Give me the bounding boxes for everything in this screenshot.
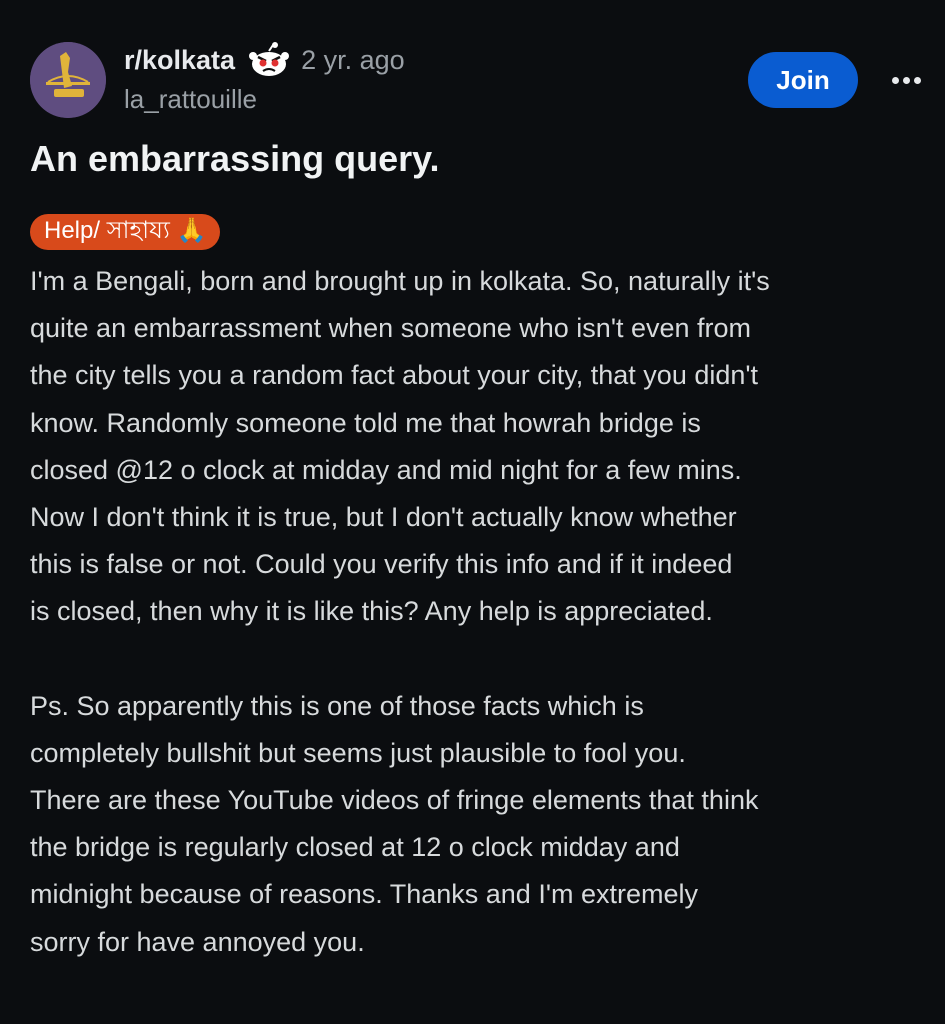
more-dot (891, 76, 899, 84)
body-paragraph: I'm a Bengali, born and brought up in ko… (30, 266, 770, 627)
more-dot (902, 76, 910, 84)
post-card: r/kolkata 2 yr. ago la_rattouille Join A… (0, 0, 945, 1024)
more-dot (913, 76, 921, 84)
subreddit-logo-icon (30, 42, 106, 118)
post-flair[interactable]: Help/ সাহায্য 🙏 (30, 214, 221, 250)
subreddit-avatar[interactable] (30, 42, 106, 118)
angry-snoo-icon (247, 40, 291, 80)
join-button[interactable]: Join (748, 52, 858, 108)
post-meta: r/kolkata 2 yr. ago (124, 42, 405, 78)
post-body: I'm a Bengali, born and brought up in ko… (30, 258, 928, 966)
more-options-icon[interactable] (880, 60, 932, 100)
post-title[interactable]: An embarrassing query. (30, 138, 439, 180)
body-paragraph: Ps. So apparently this is one of those f… (30, 690, 759, 957)
post-age: 2 yr. ago (301, 44, 405, 75)
subreddit-link[interactable]: r/kolkata (124, 45, 235, 76)
author-username[interactable]: la_rattouille (124, 84, 257, 115)
